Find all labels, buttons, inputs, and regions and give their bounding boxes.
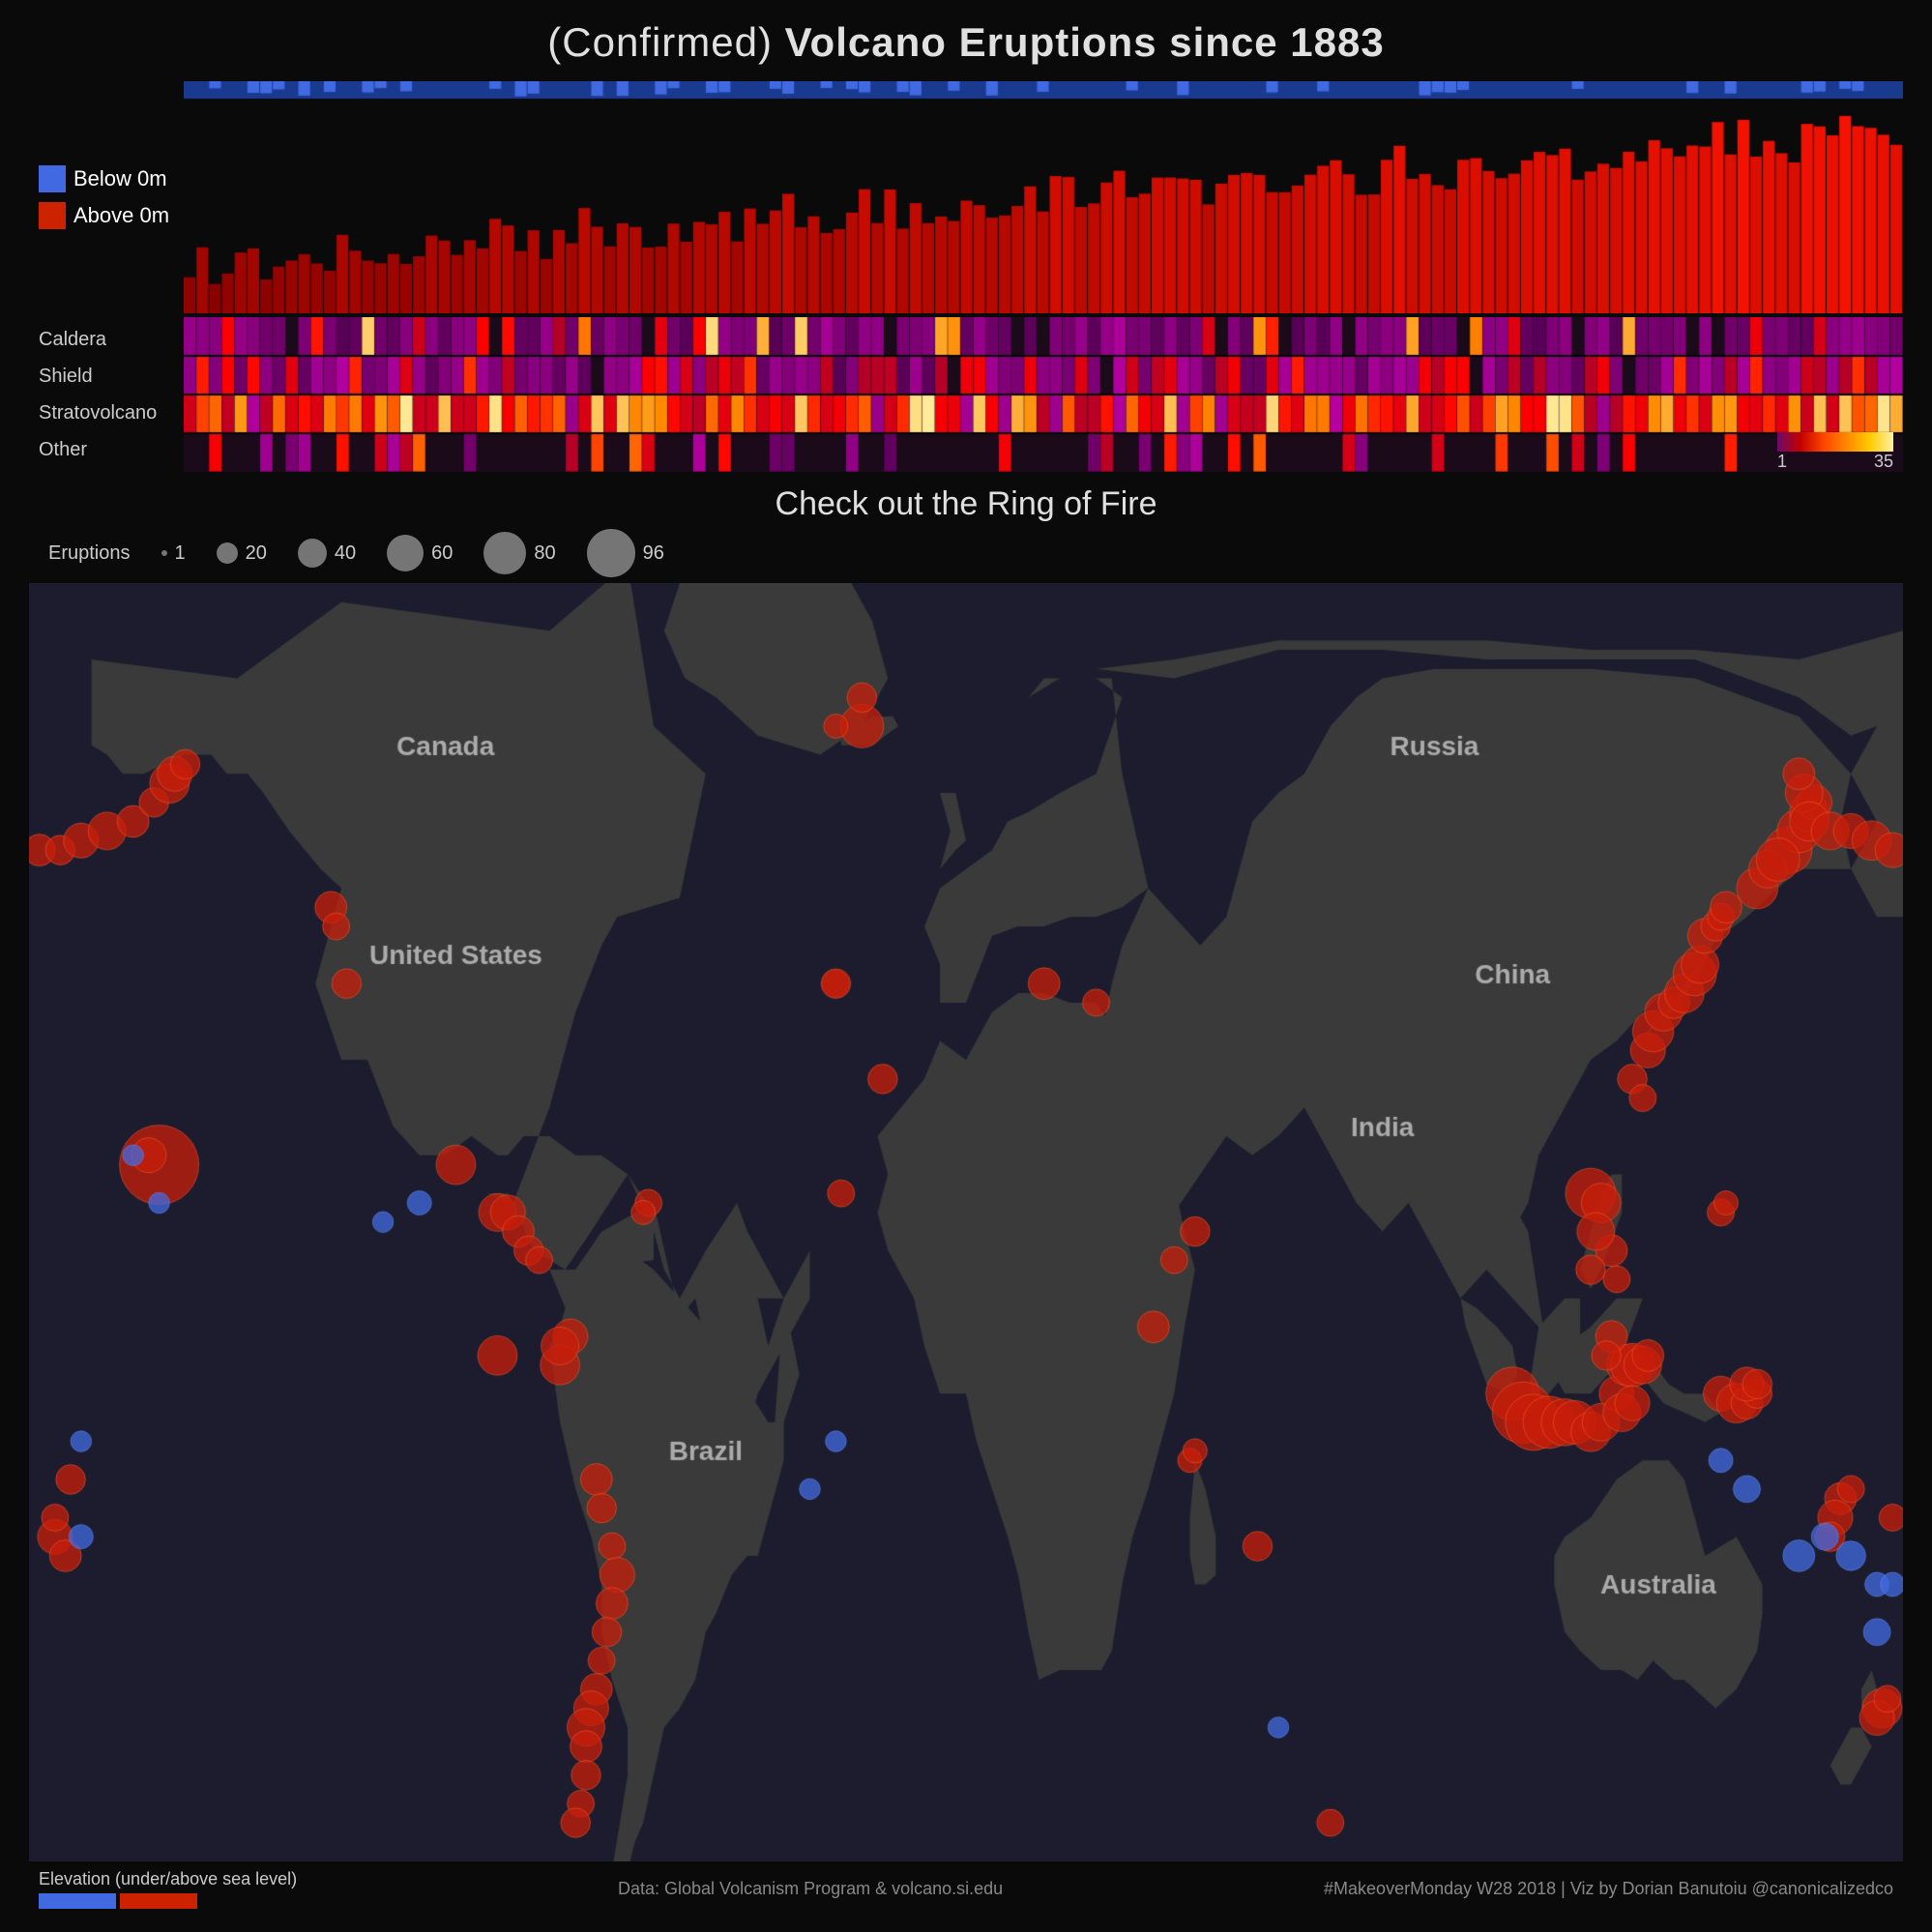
heatmap-label-other: Other [39, 439, 174, 461]
bubble-legend-item-60: 60 [387, 535, 453, 571]
heatmap-label-stratovolcano: Stratovolcano [39, 402, 174, 424]
bubble-legend: Eruptions 1 20 40 60 80 96 [29, 529, 1903, 577]
bubble-legend-label: Eruptions [48, 542, 131, 565]
page-title: (Confirmed) Volcano Eruptions since 1883 [29, 19, 1903, 66]
colorbar-labels: 1 35 [1777, 452, 1893, 472]
above-label: Above 0m [73, 203, 169, 228]
above-swatch [39, 202, 66, 229]
title-main: Volcano Eruptions since 1883 [773, 19, 1385, 65]
colorbar-max: 35 [1874, 452, 1893, 472]
heatmap-label-caldera: Caldera [39, 329, 174, 351]
heatmap-canvas: 1 35 [184, 317, 1903, 472]
bubble-legend-item-96: 96 [587, 529, 664, 577]
data-credit: Data: Global Volcanism Program & volcano… [618, 1879, 1003, 1899]
heatmap-labels: Caldera Shield Stratovolcano Other [29, 317, 184, 472]
map-title: Check out the Ring of Fire [29, 485, 1903, 523]
elevation-bar [39, 1893, 297, 1909]
elevation-legend: Elevation (under/above sea level) [39, 1869, 297, 1909]
below-label: Below 0m [73, 166, 167, 191]
bubble-legend-item-1: 1 [161, 542, 186, 565]
bubble-legend-item-80: 80 [483, 532, 555, 574]
world-map [29, 583, 1903, 1861]
bottom-bar: Elevation (under/above sea level) Data: … [29, 1861, 1903, 1913]
bubble-legend-item-40: 40 [298, 539, 356, 568]
bubble-legend-item-20: 20 [217, 542, 267, 565]
below-swatch [39, 165, 66, 192]
heatmap-chart [184, 317, 1903, 472]
elevation-below-swatch [39, 1893, 116, 1909]
legend-above: Above 0m [39, 202, 184, 229]
heatmap-label-shield: Shield [39, 366, 174, 388]
bar-chart-section: Below 0m Above 0m [29, 81, 1903, 313]
colorbar-gradient [1777, 432, 1893, 452]
map-area [29, 583, 1903, 1861]
elevation-label: Elevation (under/above sea level) [39, 1869, 297, 1889]
title-prefix: (Confirmed) [547, 19, 773, 65]
elevation-above-swatch [120, 1893, 197, 1909]
colorbar: 1 35 [1777, 432, 1893, 472]
hashtag: #MakeoverMonday W28 2018 | Viz by Dorian… [1324, 1879, 1893, 1899]
heatmap-section: Caldera Shield Stratovolcano Other 1 35 [29, 317, 1903, 472]
bar-chart [184, 81, 1903, 313]
legend-below: Below 0m [39, 165, 184, 192]
colorbar-min: 1 [1777, 452, 1787, 472]
bar-legend: Below 0m Above 0m [29, 81, 184, 313]
main-container: (Confirmed) Volcano Eruptions since 1883… [0, 0, 1932, 1932]
bar-chart-canvas [184, 81, 1903, 313]
